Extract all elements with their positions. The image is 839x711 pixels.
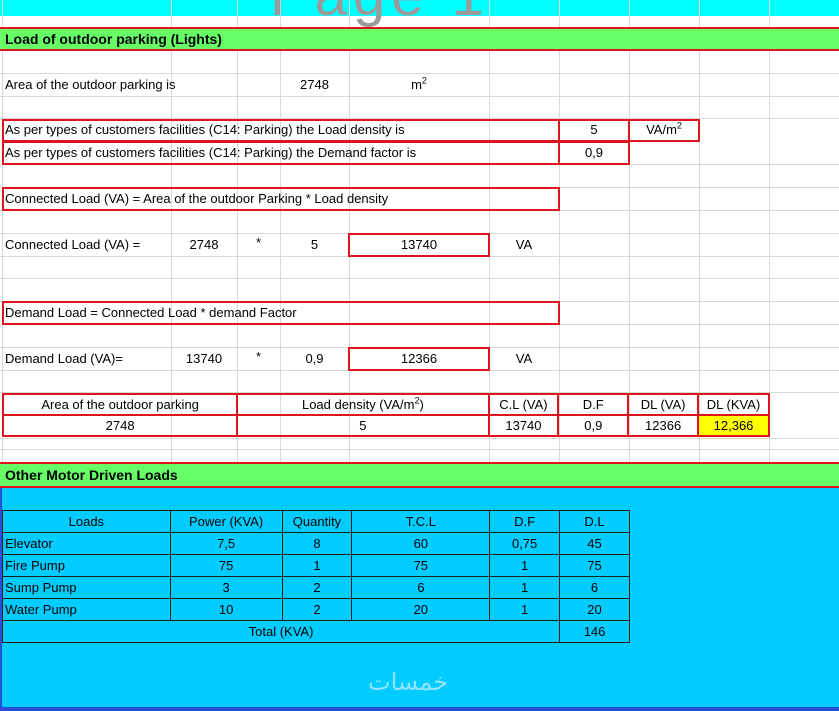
summary-header-dl-kva: DL (KVA)	[697, 393, 770, 416]
motor-quantity: 2	[281, 598, 353, 621]
table-row: Fire Pump 75 1 75 1 75	[2, 554, 630, 577]
motors-col-loads: Loads	[2, 510, 171, 533]
grid-line	[0, 278, 839, 279]
grid-line	[0, 438, 839, 439]
summary-cell-area: 2748	[1, 414, 239, 437]
motor-dl: 20	[559, 598, 630, 621]
df-label: As per types of customers facilities (C1…	[5, 145, 417, 160]
area-label: Area of the outdoor parking is	[5, 77, 176, 92]
summary-header-density: Load density (VA/m2)	[236, 393, 490, 416]
motors-header-row: Loads Power (KVA) Quantity T.C.L D.F D.L	[2, 510, 630, 533]
table-row: Elevator 7,5 8 60 0,75 45	[2, 532, 630, 555]
motor-name: Fire Pump	[2, 554, 171, 577]
summary-cell-dl-va: 12366	[627, 414, 700, 437]
demand-a: 13740	[185, 351, 223, 366]
motor-power: 7,5	[169, 532, 283, 555]
motor-df: 1	[489, 576, 561, 599]
motors-col-dl: D.L	[559, 510, 630, 533]
area-unit: m2	[411, 75, 427, 92]
summary-header-area: Area of the outdoor parking	[1, 393, 239, 416]
summary-header-dl-va: DL (VA)	[627, 393, 700, 416]
motors-total-row: Total (KVA) 146	[1, 620, 630, 643]
demand-formula: Demand Load = Connected Load * demand Fa…	[5, 305, 297, 320]
motors-total-value: 146	[559, 620, 630, 643]
bottom-border	[0, 707, 839, 711]
grid-line	[0, 96, 839, 97]
demand-result: 12366	[400, 351, 438, 366]
connected-op: *	[255, 235, 262, 250]
motor-quantity: 8	[281, 532, 353, 555]
site-watermark: خمسات	[368, 669, 449, 696]
summary-header-df: D.F	[557, 393, 630, 416]
motor-tcl: 20	[351, 598, 491, 621]
motors-table: Loads Power (KVA) Quantity T.C.L D.F D.L…	[1, 510, 630, 643]
demand-b: 0,9	[305, 351, 324, 366]
demand-label: Demand Load (VA)=	[5, 351, 123, 366]
summary-header-row: Area of the outdoor parking Load density…	[1, 393, 770, 416]
summary-cell-cl: 13740	[487, 414, 560, 437]
summary-cell-df: 0,9	[557, 414, 630, 437]
motors-total-label: Total (KVA)	[1, 620, 561, 643]
motor-dl: 45	[559, 532, 630, 555]
density-unit: VA/m2	[646, 120, 682, 137]
motor-dl: 6	[559, 576, 630, 599]
table-row: Water Pump 10 2 20 1 20	[2, 598, 630, 621]
motor-power: 10	[169, 598, 283, 621]
summary-data-row: 2748 5 13740 0,9 12366 12,366	[1, 414, 770, 437]
motor-name: Water Pump	[2, 598, 171, 621]
spreadsheet: Page 1 Load of outdoor parking (Lights) …	[0, 0, 839, 711]
lights-header-title: Load of outdoor parking (Lights)	[5, 31, 222, 47]
summary-table: Area of the outdoor parking Load density…	[1, 393, 770, 437]
motor-tcl: 6	[351, 576, 491, 599]
motor-tcl: 75	[351, 554, 491, 577]
motor-name: Sump Pump	[2, 576, 171, 599]
lights-header: Load of outdoor parking (Lights)	[0, 27, 839, 51]
motor-name: Elevator	[2, 532, 171, 555]
connected-a: 2748	[189, 237, 219, 252]
motor-power: 3	[169, 576, 283, 599]
motors-col-power: Power (KVA)	[169, 510, 283, 533]
summary-cell-dl-kva: 12,366	[697, 414, 770, 437]
motor-quantity: 1	[281, 554, 353, 577]
motors-header-title: Other Motor Driven Loads	[5, 467, 178, 483]
grid-line	[0, 449, 839, 450]
motors-header: Other Motor Driven Loads	[0, 462, 839, 488]
motors-col-quantity: Quantity	[281, 510, 353, 533]
motor-quantity: 2	[281, 576, 353, 599]
motor-dl: 75	[559, 554, 630, 577]
motor-tcl: 60	[351, 532, 491, 555]
table-row: Sump Pump 3 2 6 1 6	[2, 576, 630, 599]
connected-result: 13740	[400, 237, 438, 252]
df-value: 0,9	[584, 145, 604, 160]
motor-power: 75	[169, 554, 283, 577]
connected-label: Connected Load (VA) =	[5, 237, 141, 252]
motor-df: 1	[489, 598, 561, 621]
summary-header-cl: C.L (VA)	[487, 393, 560, 416]
density-value: 5	[590, 122, 598, 137]
motor-df: 1	[489, 554, 561, 577]
density-label: As per types of customers facilities (C1…	[5, 122, 405, 137]
demand-op: *	[255, 349, 262, 364]
connected-b: 5	[310, 237, 319, 252]
area-value: 2748	[300, 77, 329, 92]
page-watermark: Page 1	[270, 0, 490, 29]
connected-unit: VA	[515, 237, 533, 252]
demand-unit: VA	[515, 351, 533, 366]
motor-df: 0,75	[489, 532, 561, 555]
motors-col-tcl: T.C.L	[351, 510, 491, 533]
connected-formula: Connected Load (VA) = Area of the outdoo…	[5, 191, 389, 206]
motors-col-df: D.F	[489, 510, 561, 533]
summary-cell-density: 5	[236, 414, 490, 437]
